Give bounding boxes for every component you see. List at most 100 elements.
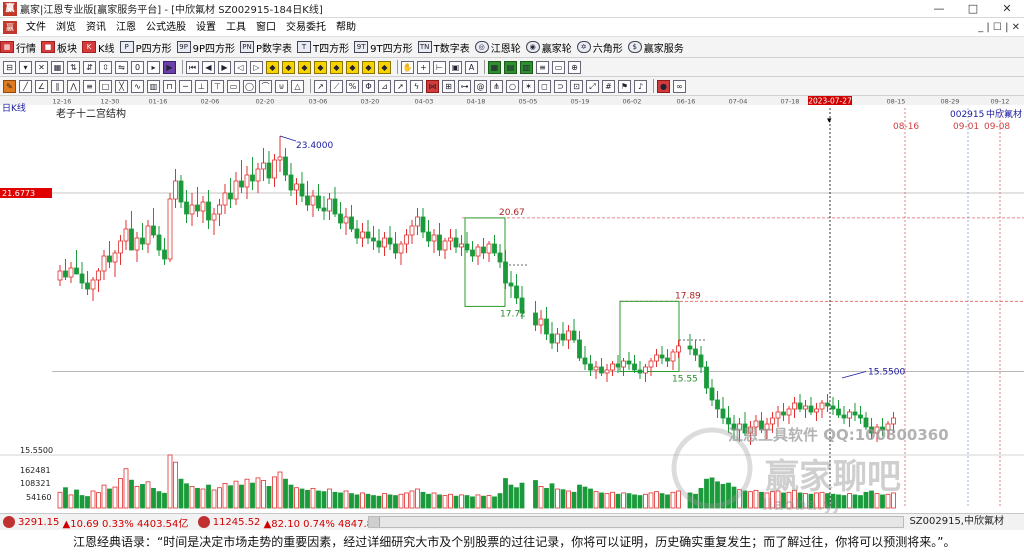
scroll-thumb[interactable] (369, 517, 380, 527)
menu-settings[interactable]: 设置 (191, 18, 221, 37)
mdi-controls[interactable]: _ | ☐ | ✕ (978, 18, 1020, 37)
toolbar-hexagon-button[interactable]: ✡ 六角形 (576, 40, 623, 55)
magnet-icon[interactable]: ⊃ (554, 79, 567, 93)
diamond-icon[interactable]: ◆ (330, 60, 343, 74)
arrow-icon[interactable]: ➚ (394, 79, 407, 93)
wave-icon[interactable]: ∿ (131, 79, 144, 93)
time-icon[interactable]: ⊶ (458, 79, 471, 93)
close-button[interactable]: ✕ (990, 0, 1024, 18)
toolbar-grid-button[interactable]: ▦ 行情 (0, 40, 36, 55)
flag-icon[interactable]: ▶ (163, 60, 176, 74)
hash-icon[interactable]: # (602, 79, 615, 93)
toolbar-9t-square-button[interactable]: 9T 9T四方形 (354, 40, 413, 55)
toolbar-gann-wheel-button[interactable]: ◎ 江恩轮 (474, 40, 521, 55)
screen-icon[interactable]: ▭ (552, 60, 565, 74)
back-icon[interactable]: ◁ (234, 60, 247, 74)
report-icon[interactable]: ▥ (520, 60, 533, 74)
cycle-icon[interactable]: ⊍ (275, 79, 288, 93)
pen-icon[interactable]: ✎ (3, 79, 16, 93)
diamond-icon[interactable]: ◆ (298, 60, 311, 74)
menu-browse[interactable]: 浏览 (51, 18, 81, 37)
bell-icon[interactable]: ♪ (634, 79, 647, 93)
bars-icon[interactable]: ▥ (147, 79, 160, 93)
scale-icon[interactable]: ⇳ (99, 60, 112, 74)
nav-icon[interactable]: ⇋ (115, 60, 128, 74)
circle-icon[interactable]: ○ (506, 79, 519, 93)
list-icon[interactable]: ≡ (536, 60, 549, 74)
diamond-icon[interactable]: ◆ (314, 60, 327, 74)
grid-icon[interactable]: ▦ (51, 60, 64, 74)
first-icon[interactable]: ⏮ (186, 60, 199, 74)
fan-icon[interactable]: ⋀ (67, 79, 80, 93)
menu-formula[interactable]: 公式选股 (141, 18, 191, 37)
infinity-icon[interactable]: ∞ (673, 79, 686, 93)
diamond-icon[interactable]: ◆ (362, 60, 375, 74)
menu-arrow-icon[interactable]: ▸ (147, 60, 160, 74)
plus-icon[interactable]: + (417, 60, 430, 74)
prev-icon[interactable]: ◀ (202, 60, 215, 74)
dropdown-icon[interactable]: ▾ (19, 60, 32, 74)
down-icon[interactable]: ⊤ (211, 79, 224, 93)
toolbar-kline-button[interactable]: K K线 (82, 40, 115, 55)
diamond-icon[interactable]: ◆ (266, 60, 279, 74)
kline-chart[interactable]: 12-16 12-30 01-16 02-06 02-20 03-06 03-20 04-03… (0, 96, 1024, 513)
gann-fan-icon[interactable]: ⟋ (330, 79, 343, 93)
line-icon[interactable]: ╱ (19, 79, 32, 93)
diag-icon[interactable]: ⤢ (586, 79, 599, 93)
toolbar-service-button[interactable]: $ 赢家服务 (627, 40, 684, 55)
up-icon[interactable]: ⊥ (195, 79, 208, 93)
minimize-button[interactable]: — (922, 0, 956, 18)
hline-icon[interactable]: ─ (179, 79, 192, 93)
cross-line-icon[interactable]: ╳ (115, 79, 128, 93)
menu-trade[interactable]: 交易委托 (281, 18, 331, 37)
zig-icon[interactable]: ϟ (410, 79, 423, 93)
box-icon[interactable]: □ (99, 79, 112, 93)
record-icon[interactable]: ● (657, 79, 670, 93)
fib-icon[interactable]: Φ (362, 79, 375, 93)
maximize-button[interactable]: □ (956, 0, 990, 18)
grid-line-icon[interactable]: ⊞ (442, 79, 455, 93)
menu-file[interactable]: 文件 (21, 18, 51, 37)
speed-icon[interactable]: ⊿ (378, 79, 391, 93)
ellipse-icon[interactable]: ◯ (243, 79, 256, 93)
star-icon[interactable]: ✶ (522, 79, 535, 93)
gift-icon[interactable]: ▣ (449, 60, 462, 74)
toolbar-9p-square-button[interactable]: 9P 9P四方形 (176, 40, 235, 55)
app-menu-icon[interactable]: 赢 (3, 20, 17, 34)
menu-info[interactable]: 资讯 (81, 18, 111, 37)
pitch-icon[interactable]: ⋔ (490, 79, 503, 93)
diamond-icon[interactable]: ◆ (282, 60, 295, 74)
level-icon[interactable]: ≡ (83, 79, 96, 93)
menu-window[interactable]: 窗口 (251, 18, 281, 37)
box2-icon[interactable]: ⊡ (570, 79, 583, 93)
zero-icon[interactable]: 0 (131, 60, 144, 74)
toolbar-winner-wheel-button[interactable]: ◉ 赢家轮 (525, 40, 572, 55)
compare-icon[interactable]: ⇵ (83, 60, 96, 74)
menu-tools[interactable]: 工具 (221, 18, 251, 37)
car-icon[interactable]: ⊕ (568, 60, 581, 74)
cross-icon[interactable]: ✕ (35, 60, 48, 74)
arrows-icon[interactable]: ⇅ (67, 60, 80, 74)
split-icon[interactable]: ⊓ (163, 79, 176, 93)
channel-icon[interactable]: ∥ (51, 79, 64, 93)
table-icon[interactable]: ▦ (488, 60, 501, 74)
arc-icon[interactable]: ⌒ (259, 79, 272, 93)
horizontal-scrollbar[interactable] (368, 516, 904, 528)
toolbar-pn-button[interactable]: PN P数字表 (240, 40, 292, 55)
hand-icon[interactable]: ✋ (401, 60, 414, 74)
toolbar-blocks-button[interactable]: ■ 板块 (41, 40, 77, 55)
menu-help[interactable]: 帮助 (331, 18, 361, 37)
calc-icon[interactable]: ▤ (504, 60, 517, 74)
toolbar-p-square-button[interactable]: P P四方形 (119, 40, 172, 55)
flag2-icon[interactable]: ⚑ (618, 79, 631, 93)
text-icon[interactable]: A (465, 60, 478, 74)
mark-icon[interactable]: ⋈ (426, 79, 439, 93)
square-icon[interactable]: ◻ (538, 79, 551, 93)
menu-gann[interactable]: 江恩 (111, 18, 141, 37)
forward-icon[interactable]: ▷ (250, 60, 263, 74)
ray-icon[interactable]: ↗ (314, 79, 327, 93)
angle-icon[interactable]: ∠ (35, 79, 48, 93)
diamond-icon[interactable]: ◆ (346, 60, 359, 74)
period-icon[interactable]: ⊟ (3, 60, 16, 74)
percent-icon[interactable]: % (346, 79, 359, 93)
